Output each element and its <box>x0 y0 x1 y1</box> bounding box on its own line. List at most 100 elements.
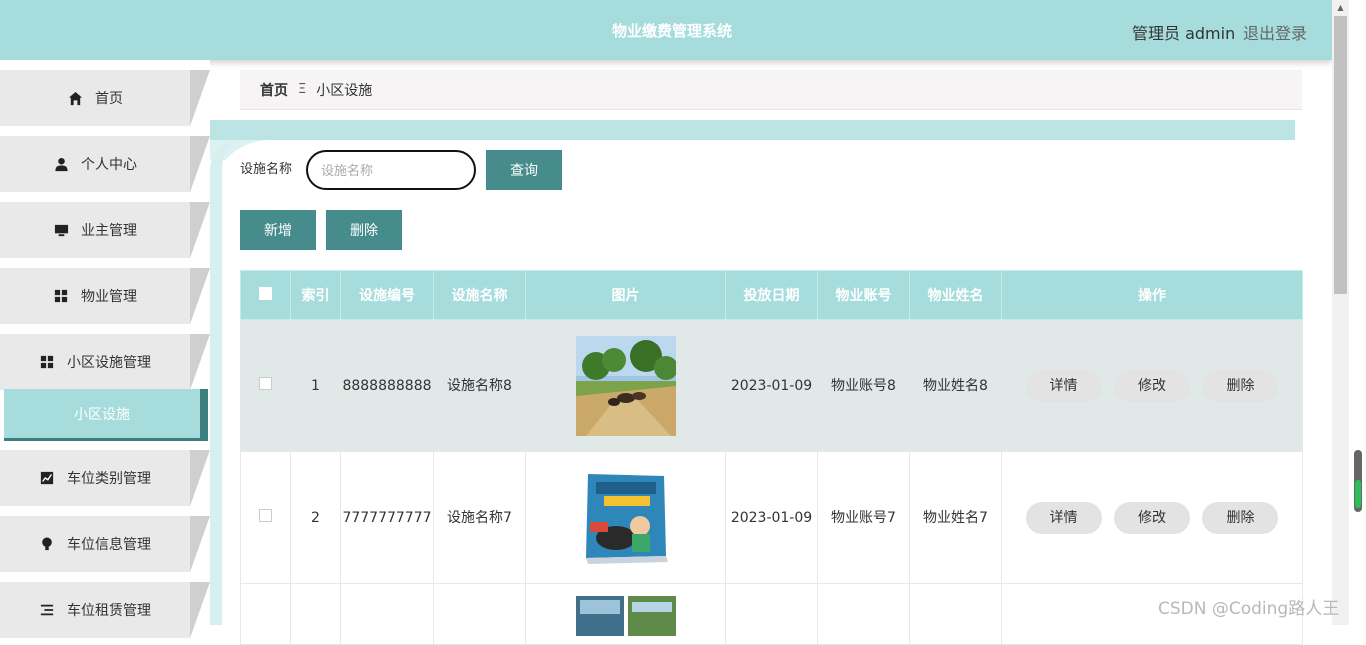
breadcrumb-home[interactable]: 首页 <box>260 80 288 100</box>
table-header-row: 索引 设施编号 设施名称 图片 投放日期 物业账号 物业姓名 操作 <box>240 270 1303 320</box>
column-header: 物业姓名 <box>909 270 1002 320</box>
menu-wedge <box>190 516 210 572</box>
table-row <box>240 583 1303 645</box>
add-button[interactable]: 新增 <box>240 210 316 250</box>
cell-image <box>525 319 726 452</box>
menu-wedge <box>190 582 210 638</box>
header-select-all[interactable] <box>240 270 291 320</box>
column-header: 操作 <box>1001 270 1303 320</box>
detail-button[interactable]: 详情 <box>1025 369 1102 402</box>
row-select-cell <box>240 451 291 584</box>
row-checkbox[interactable] <box>259 376 272 390</box>
menu-wedge <box>190 136 210 192</box>
delete-button[interactable]: 删除 <box>1202 369 1279 402</box>
grid-icon <box>53 288 69 304</box>
delete-button[interactable]: 删除 <box>1202 501 1279 534</box>
cell-owner: 物业姓名7 <box>909 451 1002 584</box>
sidebar-item-property-management[interactable]: 物业管理 <box>0 268 210 324</box>
menu-wedge <box>190 202 210 258</box>
cell-date: 2023-01-09 <box>725 451 818 584</box>
edit-button[interactable]: 修改 <box>1114 369 1190 402</box>
home-icon <box>67 90 83 106</box>
sidebar-item-parking-category[interactable]: 车位类别管理 <box>0 450 210 506</box>
cell-date: 2023-01-09 <box>725 319 818 452</box>
edit-button[interactable]: 修改 <box>1114 501 1190 534</box>
top-header: 物业缴费管理系统 管理员 admin 退出登录 <box>0 0 1332 60</box>
sidebar-item-label: 车位类别管理 <box>67 471 151 487</box>
sidebar-item-label: 车位租赁管理 <box>67 603 151 619</box>
partial-photo-image[interactable] <box>575 596 676 636</box>
select-all-checkbox[interactable] <box>259 286 272 300</box>
bulk-delete-button[interactable]: 删除 <box>326 210 402 250</box>
cell-code: 8888888888 <box>340 319 434 452</box>
logout-link[interactable]: 退出登录 <box>1243 20 1307 44</box>
sidebar-item-label: 个人中心 <box>81 157 137 173</box>
mini-scroll-highlight <box>1355 480 1361 508</box>
sidebar-item-facility-management[interactable]: 小区设施管理 <box>0 334 210 390</box>
search-button[interactable]: 查询 <box>486 150 562 190</box>
sidebar-item-home[interactable]: 首页 <box>0 70 210 126</box>
cell-name: 设施名称7 <box>433 451 526 584</box>
sidebar-item-profile[interactable]: 个人中心 <box>0 136 210 192</box>
column-header: 图片 <box>525 270 726 320</box>
sidebar-item-label: 业主管理 <box>81 223 137 239</box>
page-scrollbar[interactable]: ▲ <box>1332 0 1349 625</box>
watermark: CSDN @Coding路人王 <box>1158 599 1340 619</box>
cell-account <box>817 583 910 645</box>
content-edge <box>210 140 240 625</box>
cell-code: 7777777777 <box>340 451 434 584</box>
cell-code <box>340 583 434 645</box>
cell-image <box>525 583 726 645</box>
column-header: 设施编号 <box>340 270 434 320</box>
sidebar-item-parking-rental[interactable]: 车位租赁管理 <box>0 582 210 638</box>
monitor-icon <box>53 222 69 238</box>
search-label: 设施名称 <box>240 162 293 177</box>
menu-wedge <box>190 268 210 324</box>
sidebar-item-owner-management[interactable]: 业主管理 <box>0 202 210 258</box>
cell-name: 设施名称8 <box>433 319 526 452</box>
table-row: 2 7777777777 设施名称7 2023-01-09 物业账号7 物业姓名… <box>240 451 1303 584</box>
cell-index: 1 <box>290 319 341 452</box>
cell-name <box>433 583 526 645</box>
cell-owner: 物业姓名8 <box>909 319 1002 452</box>
row-checkbox[interactable] <box>259 508 272 522</box>
sidebar-item-label: 小区设施管理 <box>67 355 151 371</box>
farm-photo-image[interactable] <box>575 335 676 436</box>
menu-wedge <box>190 70 210 126</box>
cell-index <box>290 583 341 645</box>
column-header: 投放日期 <box>725 270 818 320</box>
cell-actions: 详情 修改 删除 <box>1001 451 1303 584</box>
sidebar: 首页 个人中心 业主管理 物业管理 小区设施管理 小区设施 车位类别管理 车位信… <box>0 60 210 638</box>
cell-date <box>725 583 818 645</box>
column-header: 物业账号 <box>817 270 910 320</box>
column-header: 索引 <box>290 270 341 320</box>
search-input[interactable] <box>306 150 476 190</box>
table-row: 1 8888888888 设施名称8 2023-01-09 物业账号8 物业姓名… <box>240 319 1303 452</box>
breadcrumb-separator: Ξ <box>298 82 307 97</box>
user-icon <box>53 156 69 172</box>
cell-index: 2 <box>290 451 341 584</box>
row-select-cell <box>240 583 291 645</box>
breadcrumb-current: 小区设施 <box>316 82 373 99</box>
zoo-book-cover-image[interactable] <box>575 467 676 568</box>
detail-button[interactable]: 详情 <box>1025 501 1102 534</box>
chart-icon <box>39 470 55 486</box>
scroll-thumb[interactable] <box>1334 16 1347 294</box>
grid-icon <box>39 354 55 370</box>
breadcrumb: 首页 Ξ 小区设施 <box>240 70 1302 110</box>
user-label: 管理员 admin <box>1132 24 1236 43</box>
sidebar-item-parking-info[interactable]: 车位信息管理 <box>0 516 210 572</box>
menu-wedge <box>190 450 210 506</box>
cell-owner <box>909 583 1002 645</box>
cell-image <box>525 451 726 584</box>
cell-account: 物业账号7 <box>817 451 910 584</box>
sidebar-item-label: 首页 <box>95 91 123 107</box>
row-select-cell <box>240 319 291 452</box>
list-icon <box>39 602 55 618</box>
sidebar-item-label: 物业管理 <box>81 289 137 305</box>
sidebar-item-label: 车位信息管理 <box>67 537 151 553</box>
sidebar-subitem-facilities[interactable]: 小区设施 <box>4 389 208 441</box>
scroll-up-arrow-icon[interactable]: ▲ <box>1332 0 1349 14</box>
cell-account: 物业账号8 <box>817 319 910 452</box>
decor-stripe <box>210 120 1295 140</box>
